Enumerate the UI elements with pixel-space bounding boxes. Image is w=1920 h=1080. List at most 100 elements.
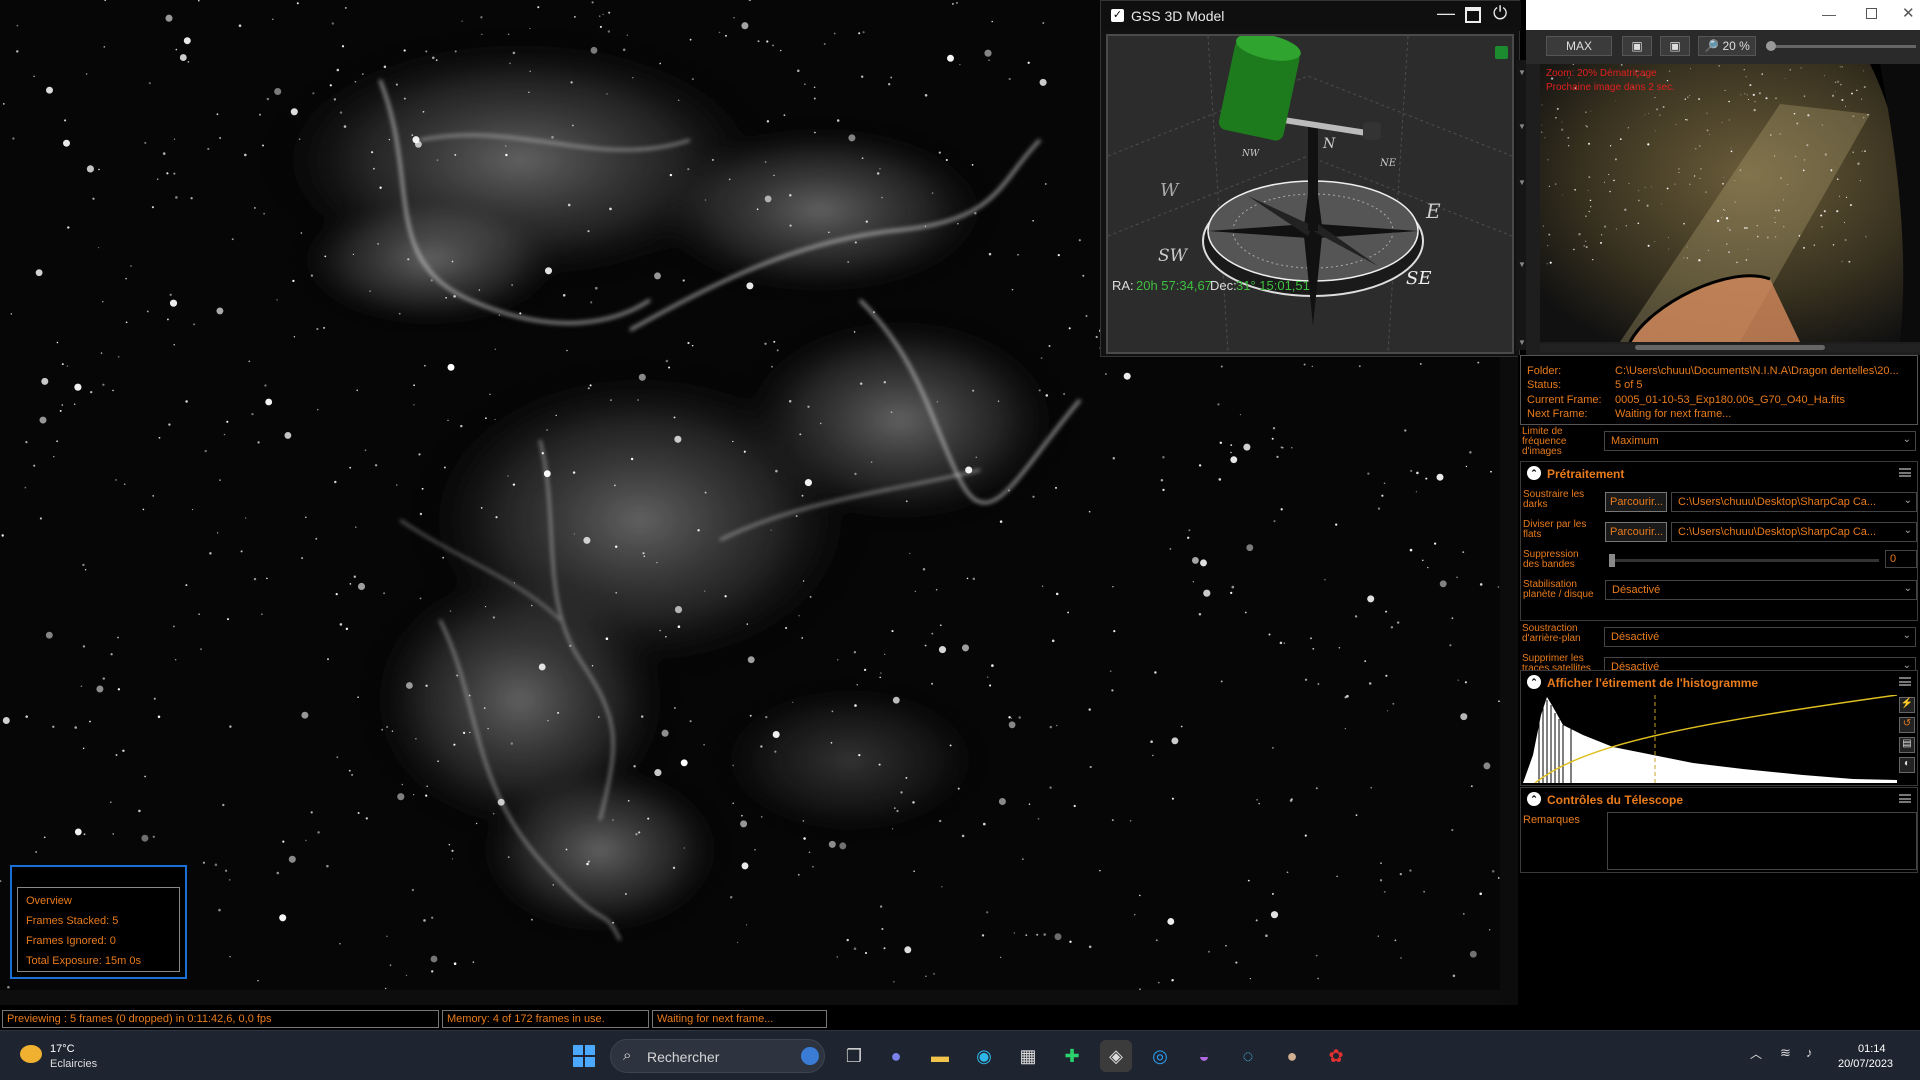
next-frame-label: Next Frame: bbox=[1527, 408, 1588, 420]
current-frame-label: Current Frame: bbox=[1527, 394, 1602, 406]
compass-w: W bbox=[1160, 180, 1180, 201]
reset-icon[interactable]: ↺ bbox=[1899, 717, 1915, 733]
bands-slider-thumb[interactable] bbox=[1609, 554, 1615, 567]
auto-stretch-icon[interactable]: ⚡ bbox=[1899, 697, 1915, 713]
notes-textarea[interactable] bbox=[1607, 812, 1917, 870]
bing-icon[interactable] bbox=[801, 1047, 819, 1065]
edge-icon[interactable]: ◉ bbox=[968, 1040, 1000, 1072]
telescope-title: Contrôles du Télescope bbox=[1547, 793, 1684, 807]
arrow-down-icon[interactable]: ▼ bbox=[1518, 122, 1526, 131]
weather-desc[interactable]: Eclaircies bbox=[50, 1058, 97, 1070]
task-view-icon[interactable]: ❐ bbox=[838, 1040, 870, 1072]
darks-path-dropdown[interactable]: C:\Users\chuuu\Desktop\SharpCap Ca... ⌄ bbox=[1671, 492, 1917, 512]
search-placeholder: Rechercher bbox=[647, 1049, 720, 1065]
camera-preview[interactable]: Zoom: 20% Dématriçage Prochaine image da… bbox=[1540, 64, 1920, 342]
checkbox-icon[interactable]: ✓ bbox=[1111, 9, 1124, 22]
desktop: Overview Frames Stacked: 5 Frames Ignore… bbox=[0, 0, 1920, 1080]
bands-label: Suppression des bandes bbox=[1523, 549, 1579, 570]
pretraitement-section: ⌃ Prétraitement Soustraire les darks Par… bbox=[1520, 461, 1918, 621]
planet-app-icon[interactable]: ● bbox=[1276, 1040, 1308, 1072]
contrast-icon[interactable]: ◐ bbox=[1899, 757, 1915, 773]
tray-chevron-up-icon[interactable]: ︿ bbox=[1750, 1045, 1762, 1062]
arrow-down-icon[interactable]: ▼ bbox=[1518, 68, 1526, 77]
stabilisation-dropdown[interactable]: Désactivé ⌄ bbox=[1605, 580, 1917, 600]
camera-toolbar: MAX ▣ ▣ 🔎 20 % bbox=[1526, 30, 1920, 64]
maximize-icon[interactable] bbox=[1465, 7, 1481, 23]
notes-label: Remarques bbox=[1523, 814, 1580, 826]
clock-date[interactable]: 20/07/2023 bbox=[1838, 1058, 1893, 1070]
histogram-plot[interactable] bbox=[1523, 695, 1897, 783]
collapse-icon[interactable]: ⌃ bbox=[1527, 466, 1541, 480]
compass-n: N bbox=[1322, 136, 1336, 152]
menu-icon[interactable] bbox=[1899, 677, 1911, 686]
browse-flats-button[interactable]: Parcourir... bbox=[1605, 522, 1667, 542]
collapse-icon[interactable]: ⌃ bbox=[1527, 792, 1541, 806]
chevron-down-icon: ⌄ bbox=[1903, 525, 1912, 536]
weather-icon[interactable] bbox=[20, 1045, 42, 1063]
taskbar-search[interactable]: ⌕ Rechercher bbox=[610, 1039, 825, 1073]
green-app-icon[interactable]: ✚ bbox=[1056, 1040, 1088, 1072]
nina-app-icon[interactable]: ◈ bbox=[1100, 1040, 1132, 1072]
chevron-down-icon: ⌄ bbox=[1903, 495, 1912, 506]
browse-darks-button[interactable]: Parcourir... bbox=[1605, 492, 1667, 512]
camera-h-scrollbar[interactable] bbox=[1540, 344, 1920, 352]
zoom-slider-thumb[interactable] bbox=[1766, 41, 1776, 51]
close-icon[interactable]: ✕ bbox=[1902, 4, 1915, 22]
stellarium-icon[interactable]: ◒ bbox=[1188, 1040, 1220, 1072]
camera-window: — ✕ MAX ▣ ▣ 🔎 20 % Zoom: 20% Dématriçage… bbox=[1526, 0, 1920, 355]
chevron-down-icon: ⌄ bbox=[1902, 434, 1911, 445]
collapse-icon[interactable]: ⌃ bbox=[1527, 675, 1541, 689]
monitor-icon: ▣ bbox=[1669, 39, 1681, 53]
viewer-horizontal-scrollbar[interactable] bbox=[0, 990, 1500, 1005]
camera-app-icon[interactable]: ◌ bbox=[1232, 1040, 1264, 1072]
maximize-icon[interactable] bbox=[1866, 8, 1877, 19]
compass-ne: NE bbox=[1379, 158, 1397, 169]
overview-title: Overview bbox=[26, 895, 72, 907]
status-bar: Previewing : 5 frames (0 dropped) in 0:1… bbox=[0, 1008, 1920, 1030]
minimize-icon[interactable]: — bbox=[1437, 3, 1455, 24]
menu-icon[interactable] bbox=[1899, 794, 1911, 803]
bands-value[interactable]: 0 bbox=[1885, 550, 1917, 568]
flats-path-dropdown[interactable]: C:\Users\chuuu\Desktop\SharpCap Ca... ⌄ bbox=[1671, 522, 1917, 542]
ascom-app-icon[interactable]: ◎ bbox=[1144, 1040, 1176, 1072]
store-icon[interactable]: ▦ bbox=[1012, 1040, 1044, 1072]
background-dropdown[interactable]: Désactivé ⌄ bbox=[1604, 627, 1916, 647]
menu-icon[interactable] bbox=[1899, 468, 1911, 477]
gss-title: GSS 3D Model bbox=[1131, 8, 1225, 24]
arrow-down-icon[interactable]: ▼ bbox=[1518, 178, 1526, 187]
minimize-icon[interactable]: — bbox=[1822, 6, 1836, 22]
zoom-button[interactable]: 🔎 20 % bbox=[1698, 36, 1756, 56]
wifi-icon[interactable]: ≋ bbox=[1780, 1045, 1791, 1061]
arrow-down-icon[interactable]: ▼ bbox=[1518, 338, 1526, 347]
save-icon[interactable]: ▤ bbox=[1899, 737, 1915, 753]
fit-screen-button[interactable]: ▣ bbox=[1622, 36, 1652, 56]
weather-temp[interactable]: 17°C bbox=[50, 1043, 75, 1055]
chevron-down-icon: ⌄ bbox=[1903, 583, 1912, 594]
histogram-header[interactable]: ⌃ Afficher l'étirement de l'histogramme bbox=[1521, 671, 1917, 693]
gss-3d-canvas[interactable]: N NE E SE NW W SW RA: 20h 57:34,67 Dec: … bbox=[1106, 33, 1514, 354]
clock-time[interactable]: 01:14 bbox=[1858, 1043, 1886, 1055]
power-icon[interactable]: ⏻ bbox=[1493, 3, 1507, 24]
framerate-dropdown[interactable]: Maximum ⌄ bbox=[1604, 431, 1916, 451]
pretraitement-title: Prétraitement bbox=[1547, 467, 1625, 481]
flats-path: C:\Users\chuuu\Desktop\SharpCap Ca... bbox=[1678, 526, 1877, 538]
scrollbar-thumb[interactable] bbox=[1635, 345, 1825, 350]
arrow-down-icon[interactable]: ▼ bbox=[1518, 260, 1526, 269]
volume-icon[interactable]: ♪ bbox=[1806, 1045, 1813, 1060]
frames-ignored: Frames Ignored: 0 bbox=[26, 935, 116, 947]
gss-titlebar: ✓ GSS 3D Model — ⏻ bbox=[1101, 1, 1521, 31]
bands-slider[interactable] bbox=[1609, 554, 1879, 567]
zoom-icon: 🔎 bbox=[1704, 39, 1720, 53]
zoom-slider[interactable] bbox=[1766, 41, 1916, 51]
monitor-icon: ▣ bbox=[1631, 39, 1643, 53]
file-explorer-icon[interactable]: ▬ bbox=[924, 1040, 956, 1072]
full-screen-button[interactable]: ▣ bbox=[1660, 36, 1690, 56]
pretraitement-header[interactable]: ⌃ Prétraitement bbox=[1521, 462, 1917, 484]
telescope-header[interactable]: ⌃ Contrôles du Télescope bbox=[1521, 788, 1917, 810]
red-app-icon[interactable]: ✿ bbox=[1320, 1040, 1352, 1072]
start-icon[interactable] bbox=[568, 1040, 600, 1072]
model-status-icon bbox=[1495, 46, 1508, 59]
max-button[interactable]: MAX bbox=[1546, 36, 1612, 56]
next-frame-value: Waiting for next frame... bbox=[1615, 408, 1732, 420]
teams-icon[interactable]: ● bbox=[880, 1040, 912, 1072]
